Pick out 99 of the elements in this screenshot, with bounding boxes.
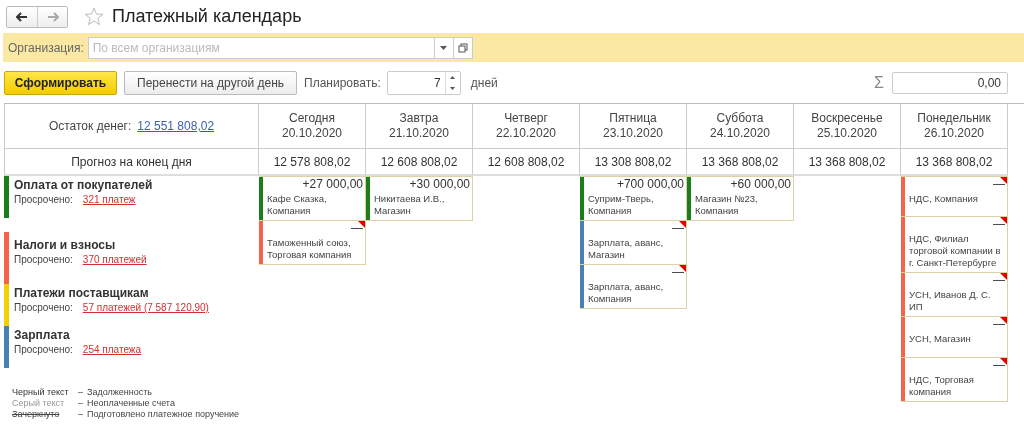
legend-description: Неоплаченные счета: [87, 398, 175, 408]
payment-card[interactable]: +700 000,00 Суприм-Тверь, Компания: [580, 176, 687, 221]
forward-arrow-icon: [46, 11, 59, 22]
overdue-label: Просрочено:: [14, 254, 73, 265]
payment-text: УСН, Иванов Д. С. ИП: [909, 289, 992, 313]
payment-text: Таможенный союз, Торговая компания: [267, 237, 353, 261]
forecast-value: 13 368 808,02: [701, 154, 779, 169]
dropdown-icon[interactable]: [440, 45, 448, 50]
payment-card[interactable]: — Таможенный союз, Торговая компания: [259, 221, 366, 265]
sum-symbol: Σ: [874, 74, 884, 92]
legend-sample: Зачеркнуто: [12, 409, 61, 419]
payment-amount: +27 000,00: [302, 178, 363, 191]
forecast-label: Прогноз на конец дня: [71, 154, 192, 169]
plan-label: Планировать:: [304, 76, 381, 90]
payment-amount: +60 000,00: [730, 178, 791, 191]
payment-card[interactable]: — Зарплата, аванс, Компания: [580, 265, 687, 309]
payment-amount: —: [672, 222, 684, 235]
overdue-label: Просрочено:: [14, 194, 73, 205]
payment-text: Зарплата, аванс, Компания: [588, 281, 665, 305]
day-date: 25.10.2020: [816, 126, 878, 141]
payment-amount: —: [993, 218, 1005, 231]
payment-card[interactable]: — УСН, Иванов Д. С. ИП: [901, 273, 1008, 317]
payment-card[interactable]: +27 000,00 Кафе Сказка, Компания: [259, 176, 366, 221]
day-name: Пятница: [609, 111, 657, 126]
star-icon[interactable]: [84, 7, 104, 26]
day-date: 20.10.2020: [281, 126, 343, 141]
payment-amount: —: [993, 318, 1005, 331]
day-date: 24.10.2020: [709, 126, 771, 141]
forecast-value: 12 578 808,02: [273, 154, 351, 169]
day-name: Сегодня: [289, 111, 335, 126]
forecast-value: 13 368 808,02: [808, 154, 886, 169]
forecast-value: 12 608 808,02: [380, 154, 458, 169]
payment-text: Суприм-Тверь, Компания: [588, 193, 655, 217]
payment-card[interactable]: — НДС, Филиал торговой компании в г. Санкт-Петербурге: [901, 217, 1008, 273]
forecast-value: 13 308 808,02: [594, 154, 672, 169]
overdue-link[interactable]: 57 платежей (7 587 120,90): [82, 302, 209, 313]
payment-card[interactable]: — НДС, Компания: [901, 176, 1008, 217]
payment-text: Магазин №23, Компания: [695, 193, 759, 217]
legend-dash: –: [78, 387, 83, 397]
payment-amount: —: [993, 274, 1005, 287]
back-button[interactable]: [7, 6, 37, 27]
day-date: 21.10.2020: [388, 126, 450, 141]
payment-text: Никитаева И.В., Магазин: [374, 193, 446, 217]
legend-sample: Черный текст: [12, 387, 70, 397]
payment-amount: —: [351, 222, 363, 235]
day-name: Четверг: [504, 111, 548, 126]
legend-description: Подготовлено платежное поручение: [87, 409, 240, 419]
decrement-icon[interactable]: [450, 87, 456, 90]
forecast-value: 13 368 808,02: [915, 154, 993, 169]
category-title: Оплата от покупателей: [14, 178, 153, 192]
category-title: Зарплата: [14, 328, 71, 342]
legend-dash: –: [78, 409, 83, 419]
payment-text: НДС, Торговая компания: [909, 374, 975, 398]
payment-amount: +700 000,00: [616, 178, 684, 191]
day-name: Воскресенье: [811, 111, 883, 126]
payment-card[interactable]: +30 000,00 Никитаева И.В., Магазин: [366, 176, 473, 221]
overdue-link[interactable]: 321 платеж: [82, 194, 136, 205]
balance-link[interactable]: 12 551 808,02: [137, 119, 215, 133]
overdue-label: Просрочено:: [14, 302, 73, 313]
day-date: 22.10.2020: [495, 126, 557, 141]
payment-text: НДС, Филиал торговой компании в г. Санкт-Петербурге: [909, 233, 1002, 269]
move-button[interactable]: Перенести на другой день: [124, 71, 298, 95]
payment-text: НДС, Компания: [909, 193, 979, 205]
payment-text: Зарплата, аванс, Магазин: [588, 237, 665, 261]
day-name: Завтра: [399, 111, 439, 126]
balance-label: Остаток денег:: [48, 119, 132, 133]
category-title: Платежи поставщикам: [14, 286, 150, 300]
payment-card[interactable]: — УСН, Магазин: [901, 317, 1008, 358]
overdue-link[interactable]: 370 платежей: [82, 254, 147, 265]
overdue-label: Просрочено:: [14, 344, 73, 355]
open-icon[interactable]: [457, 42, 468, 53]
overdue-link[interactable]: 254 платежа: [82, 344, 142, 355]
sum-field: 0,00: [892, 72, 1008, 94]
day-date: 23.10.2020: [602, 126, 664, 141]
payment-text: УСН, Магазин: [909, 333, 972, 345]
day-name: Суббота: [716, 111, 764, 126]
increment-icon[interactable]: [450, 76, 456, 79]
payment-amount: +30 000,00: [409, 178, 470, 191]
forecast-value: 12 608 808,02: [487, 154, 565, 169]
window-title: Платежный календарь: [112, 6, 302, 27]
legend-description: Задолженность: [87, 387, 153, 397]
organization-label: Организация:: [8, 40, 84, 55]
payment-amount: —: [672, 266, 684, 279]
payment-card[interactable]: +60 000,00 Магазин №23, Компания: [687, 176, 794, 221]
days-spinner[interactable]: 7: [386, 71, 461, 95]
legend-dash: –: [78, 398, 83, 408]
category-title: Налоги и взносы: [14, 238, 117, 252]
legend-sample: Серый текст: [12, 398, 66, 408]
payment-card[interactable]: — НДС, Торговая компания: [901, 358, 1008, 402]
day-date: 26.10.2020: [923, 126, 985, 141]
payment-amount: —: [993, 359, 1005, 372]
organization-field[interactable]: По всем организациям: [87, 36, 435, 59]
back-arrow-icon: [16, 11, 28, 22]
day-name: Понедельник: [917, 111, 991, 126]
payment-text: Кафе Сказка, Компания: [267, 193, 328, 217]
payment-card[interactable]: — Зарплата, аванс, Магазин: [580, 221, 687, 265]
payment-amount: —: [993, 178, 1005, 191]
days-label: дней: [470, 76, 498, 90]
generate-button[interactable]: Сформировать: [4, 71, 117, 95]
